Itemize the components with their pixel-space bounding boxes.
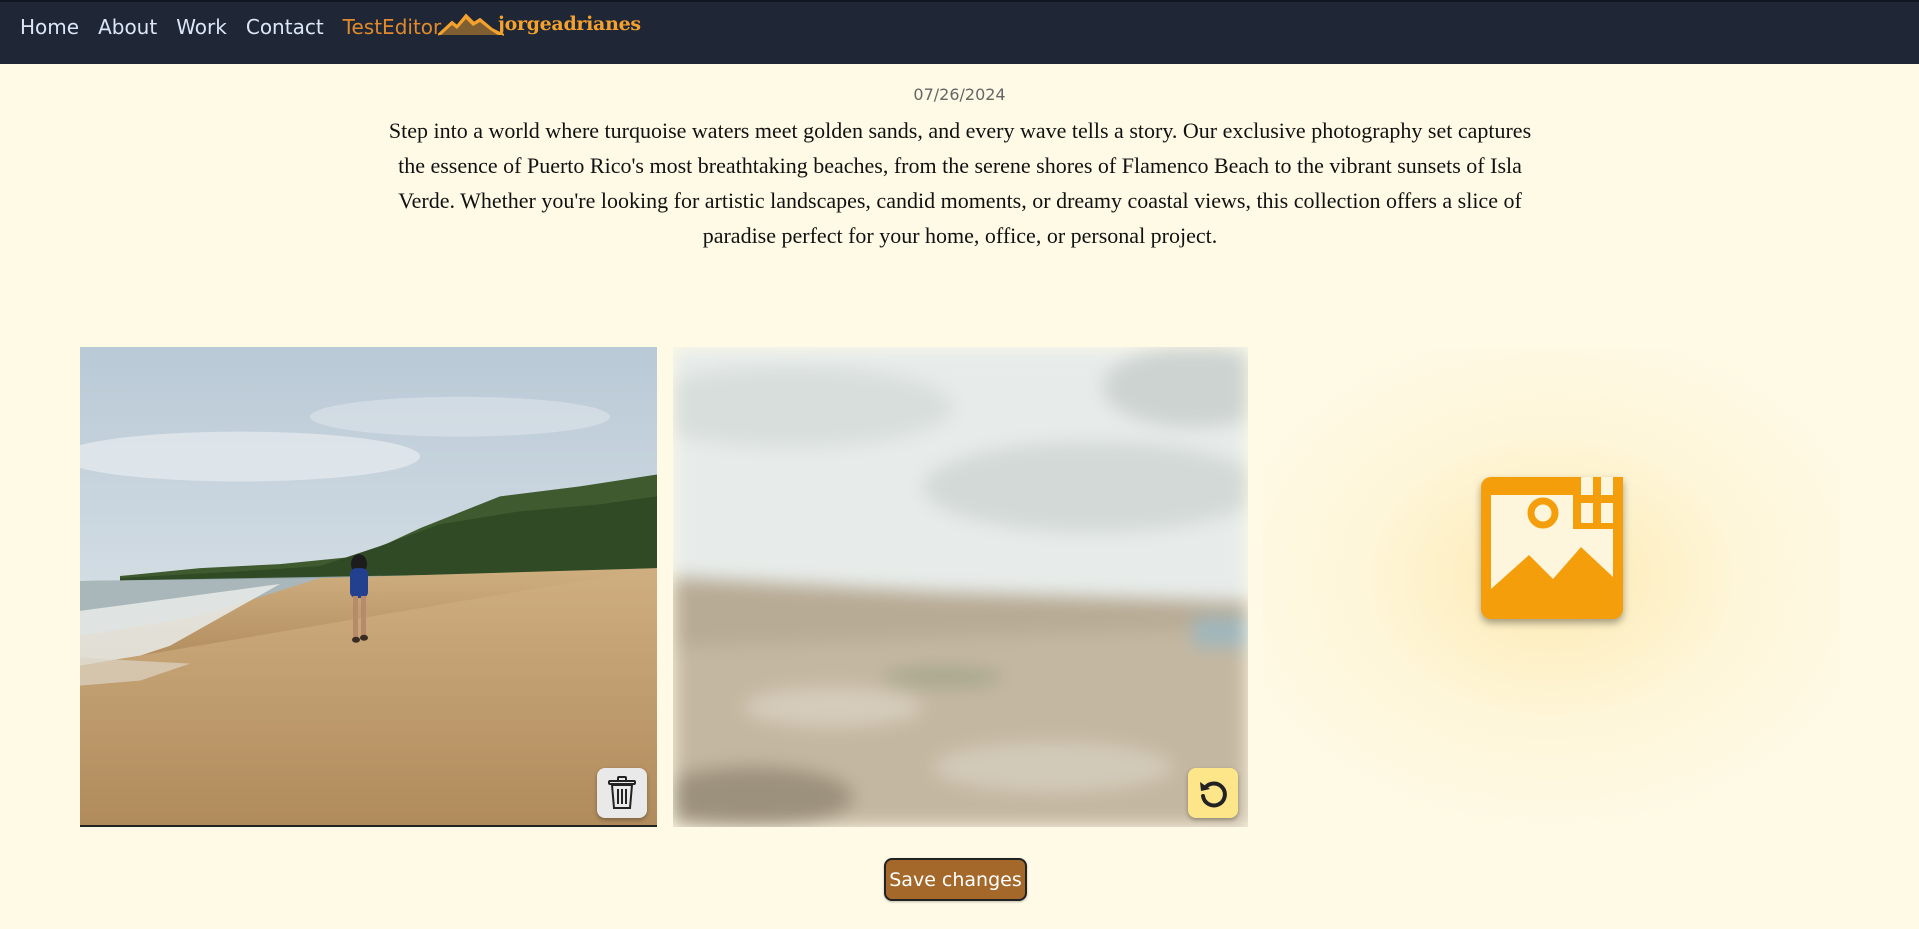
gallery-image-2[interactable] [673, 347, 1248, 827]
add-image-icon[interactable] [1481, 477, 1623, 619]
post-date: 07/26/2024 [913, 85, 1006, 104]
restore-icon [1200, 781, 1227, 808]
restore-image-button[interactable] [1188, 768, 1238, 818]
nav-link-work[interactable]: Work [176, 15, 227, 39]
add-image-dropzone[interactable] [1263, 347, 1840, 827]
nav-link-contact[interactable]: Contact [246, 15, 324, 39]
beach-photo [80, 347, 657, 825]
top-navbar: Home About Work Contact TestEditor jorge… [0, 0, 1919, 64]
nav-links: Home About Work Contact TestEditor [20, 15, 460, 39]
logo-text: jorgeadrianes [498, 13, 641, 35]
site-logo[interactable]: jorgeadrianes [438, 8, 641, 36]
nav-link-home[interactable]: Home [20, 15, 79, 39]
trash-icon [608, 776, 636, 809]
coast-photo [673, 347, 1248, 827]
mountain-logo-icon [438, 13, 504, 36]
nav-link-testeditor[interactable]: TestEditor [343, 15, 442, 39]
nav-link-about[interactable]: About [98, 15, 157, 39]
gallery-image-1[interactable] [80, 347, 657, 827]
save-changes-button[interactable]: Save changes [884, 858, 1027, 901]
delete-image-button[interactable] [597, 768, 647, 818]
post-description: Step into a world where turquoise waters… [388, 118, 1532, 248]
